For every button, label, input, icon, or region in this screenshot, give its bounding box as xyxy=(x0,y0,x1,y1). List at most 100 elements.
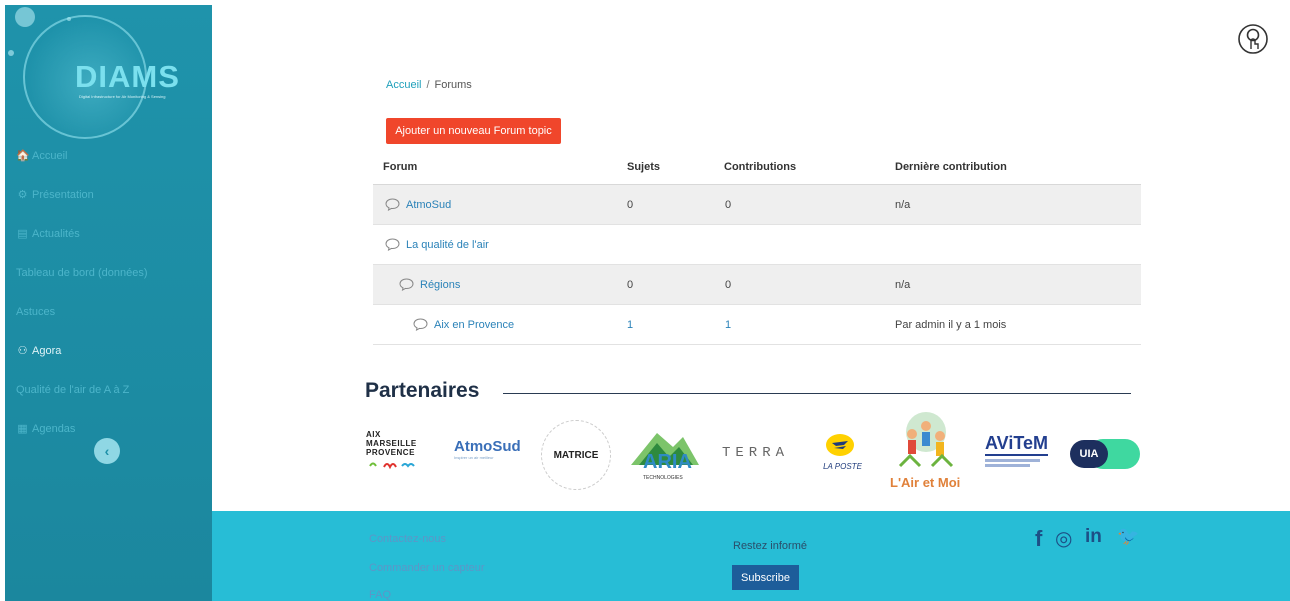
sidebar-item-accueil[interactable]: 🏠 Accueil xyxy=(5,136,212,175)
breadcrumb-home-link[interactable]: Accueil xyxy=(386,79,421,91)
last-contribution: Par admin il y a 1 mois xyxy=(895,318,1007,331)
newspaper-icon: ▤ xyxy=(17,228,28,240)
subjects-count-link[interactable]: 1 xyxy=(627,319,633,331)
la-poste-bird-icon xyxy=(826,434,854,456)
sidebar-item-label: Agendas xyxy=(32,422,76,435)
sidebar-item-astuces[interactable]: Astuces xyxy=(5,292,212,331)
sidebar-item-label: Agora xyxy=(32,344,62,357)
last-contribution: n/a xyxy=(895,198,911,211)
sidebar-nav: 🏠 Accueil ⚙ Présentation ▤ Actualités Ta… xyxy=(5,136,212,448)
add-forum-topic-button[interactable]: Ajouter un nouveau Forum topic xyxy=(386,118,561,144)
user-account-icon[interactable] xyxy=(1237,23,1269,55)
table-row: Aix en Provence 1 1 Par admin il y a 1 m… xyxy=(373,305,1141,345)
sitemap-icon: ⚙ xyxy=(17,189,28,201)
sidebar-item-label: Astuces xyxy=(16,305,56,318)
logo-subtext: Digital Infrastructure for Air Monitorin… xyxy=(79,94,166,99)
sidebar-item-tableau-de-bord[interactable]: Tableau de bord (données) xyxy=(5,253,212,292)
diams-logo[interactable]: DIAMS Digital Infrastructure for Air Mon… xyxy=(5,5,212,139)
partner-logo-aix-marseille-provence[interactable]: AIX MARSEILLE PROVENCE xyxy=(366,430,436,478)
subjects-count: 1 xyxy=(627,305,633,344)
contributions-count: 1 xyxy=(725,305,731,344)
column-header-forum: Forum xyxy=(383,161,418,173)
wave-icon xyxy=(369,462,415,470)
instagram-icon[interactable]: ◎ xyxy=(1055,526,1072,551)
column-header-contributions: Contributions xyxy=(724,161,797,173)
partner-logo-text: AIX xyxy=(366,430,381,439)
sidebar: DIAMS Digital Infrastructure for Air Mon… xyxy=(5,5,212,601)
speech-bubble-icon xyxy=(413,318,428,331)
forum-cell: AtmoSud xyxy=(385,185,451,224)
contributions-count: 0 xyxy=(725,198,732,211)
last-contribution: n/a xyxy=(895,278,911,291)
footer: Contactez-nous Commander un capteur FAQ … xyxy=(212,511,1290,601)
sidebar-item-label: Tableau de bord (données) xyxy=(16,266,148,279)
linkedin-icon[interactable]: in xyxy=(1085,526,1102,548)
partner-logo-aria[interactable]: ARIA TECHNOLOGIES xyxy=(629,427,701,485)
partner-logo-text: UIA xyxy=(1070,440,1108,468)
forum-link-qualite-air[interactable]: La qualité de l'air xyxy=(406,239,489,251)
breadcrumb-separator: / xyxy=(426,79,430,91)
sidebar-item-agora[interactable]: ⚇ Agora xyxy=(5,331,212,370)
subjects-count: 0 xyxy=(627,198,634,211)
partner-logo-text: L'Air et Moi xyxy=(890,475,961,490)
twitter-icon[interactable]: 🐦 xyxy=(1117,526,1139,547)
speech-bubble-icon xyxy=(385,198,400,211)
partner-logo-avitem[interactable]: AViTeM xyxy=(985,433,1049,473)
home-icon: 🏠 xyxy=(16,150,30,162)
forum-link-atmosud[interactable]: AtmoSud xyxy=(406,199,451,211)
partner-logo-text: MATRICE xyxy=(553,449,599,461)
forum-cell: Aix en Provence xyxy=(413,305,514,344)
speech-bubble-icon xyxy=(399,278,414,291)
table-row: AtmoSud 0 0 n/a xyxy=(373,185,1141,225)
partner-logo-uia[interactable]: UIA xyxy=(1068,437,1142,471)
footer-link-contact[interactable]: Contactez-nous xyxy=(369,533,446,545)
table-header-row: Forum Sujets Contributions Dernière cont… xyxy=(373,150,1141,185)
partner-logo-text: AtmoSud xyxy=(454,438,521,455)
sidebar-item-label: Actualités xyxy=(32,227,80,240)
sidebar-item-label: Accueil xyxy=(32,149,68,162)
calendar-icon: ▦ xyxy=(17,423,28,435)
partners-divider xyxy=(503,393,1131,394)
partner-logo-lair-et-moi[interactable]: L'Air et Moi xyxy=(890,410,962,492)
breadcrumb-current: Forums xyxy=(434,79,472,91)
forum-cell: La qualité de l'air xyxy=(385,225,489,264)
footer-link-order-sensor[interactable]: Commander un capteur xyxy=(369,562,485,574)
sidebar-item-label: Présentation xyxy=(32,188,94,201)
facebook-icon[interactable]: f xyxy=(1035,526,1042,552)
sidebar-item-presentation[interactable]: ⚙ Présentation xyxy=(5,175,212,214)
kids-illustration-icon xyxy=(898,412,954,468)
column-header-subjects: Sujets xyxy=(627,161,661,173)
logo-text: DIAMS xyxy=(75,59,180,94)
users-icon: ⚇ xyxy=(17,345,28,357)
sidebar-item-qualite-air[interactable]: Qualité de l'air de A à Z xyxy=(5,370,212,409)
partner-logo-matrice[interactable]: MATRICE xyxy=(541,420,611,490)
footer-link-faq[interactable]: FAQ xyxy=(369,589,391,601)
partner-logo-subtext: TECHNOLOGIES xyxy=(643,475,683,481)
sidebar-collapse-button[interactable]: ‹ xyxy=(94,438,120,464)
subjects-count: 0 xyxy=(627,278,634,291)
partner-logo-text: PROVENCE xyxy=(366,448,415,457)
forum-table: Forum Sujets Contributions Dernière cont… xyxy=(373,150,1141,345)
partner-logo-terra[interactable]: TERRA xyxy=(722,443,784,463)
partner-logo-text: ARIA xyxy=(643,451,692,473)
partner-logo-atmosud[interactable]: AtmoSud Inspirer un air meilleur xyxy=(454,438,536,468)
sidebar-item-label: Qualité de l'air de A à Z xyxy=(16,383,130,396)
logo-decor-dot xyxy=(15,7,35,27)
partner-logo-text: AViTeM xyxy=(985,433,1049,456)
partner-logo-la-poste[interactable]: LA POSTE xyxy=(815,433,870,478)
table-row: Régions 0 0 n/a xyxy=(373,265,1141,305)
logo-decor-line xyxy=(985,459,1040,462)
breadcrumb: Accueil / Forums xyxy=(386,79,472,91)
forum-link-aix-en-provence[interactable]: Aix en Provence xyxy=(434,319,514,331)
sidebar-item-actualites[interactable]: ▤ Actualités xyxy=(5,214,212,253)
newsletter-label: Restez informé xyxy=(733,540,807,552)
forum-cell: Régions xyxy=(399,265,460,304)
partner-logo-text: TERRA xyxy=(722,445,790,461)
subscribe-button[interactable]: Subscribe xyxy=(732,565,799,590)
partner-logo-text: MARSEILLE xyxy=(366,439,417,448)
contributions-count-link[interactable]: 1 xyxy=(725,319,731,331)
forum-link-regions[interactable]: Régions xyxy=(420,279,460,291)
logo-decor-dot xyxy=(8,50,14,56)
logo-decor-line xyxy=(985,464,1030,467)
partner-logo-text: LA POSTE xyxy=(823,462,862,471)
